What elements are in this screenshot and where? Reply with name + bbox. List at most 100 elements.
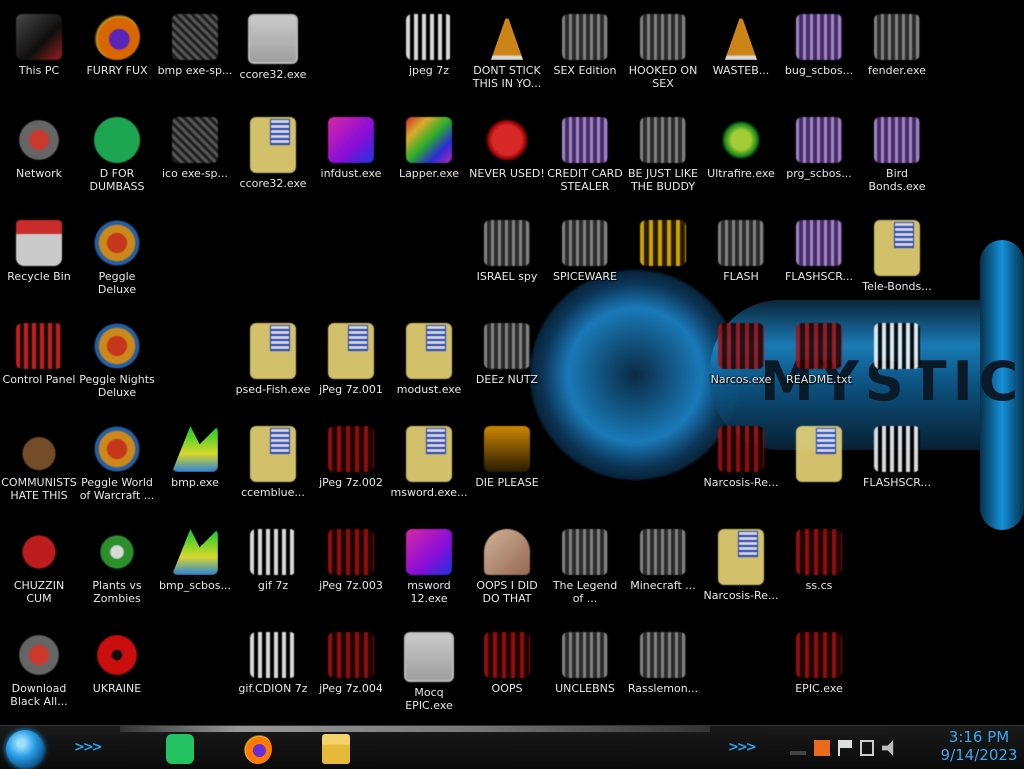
network-icon[interactable]	[860, 740, 874, 756]
chevron-right-icon: >>>	[728, 740, 757, 755]
desktop-icon[interactable]: D FOR DUMBASS	[78, 109, 156, 205]
desktop-icon-image	[718, 117, 764, 163]
desktop-icon-label: psed-Fish.exe	[235, 383, 311, 396]
desktop-icon[interactable]	[780, 418, 858, 514]
desktop-icon[interactable]: Download Black All...	[0, 624, 78, 720]
desktop-icon[interactable]: Ultrafire.exe	[702, 109, 780, 205]
desktop-icon[interactable]: Mocq EPIC.exe	[390, 624, 468, 720]
desktop-icon[interactable]: ico exe-sp...	[156, 109, 234, 205]
desktop-icon[interactable]	[624, 212, 702, 308]
desktop-icon[interactable]: gif 7z	[234, 521, 312, 617]
desktop-icon[interactable]: FLASHSCR...	[858, 418, 936, 514]
desktop-icon[interactable]: ss.cs	[780, 521, 858, 617]
desktop-icon[interactable]: Peggle Deluxe	[78, 212, 156, 308]
desktop-icon[interactable]: SPICEWARE	[546, 212, 624, 308]
desktop-icon[interactable]	[858, 315, 936, 411]
desktop-icon[interactable]: Plants vs Zombies	[78, 521, 156, 617]
desktop-icon[interactable]: FLASHSCR...	[780, 212, 858, 308]
volume-icon[interactable]	[882, 740, 894, 756]
desktop-icon[interactable]: Bird Bonds.exe	[858, 109, 936, 205]
desktop-icon[interactable]: OOPS	[468, 624, 546, 720]
desktop-icon[interactable]: DONT STICK THIS IN YO...	[468, 6, 546, 102]
desktop-icon[interactable]: jPeg 7z.002	[312, 418, 390, 514]
tray-expand-icon[interactable]	[790, 751, 806, 755]
desktop-icon[interactable]: Narcos.exe	[702, 315, 780, 411]
desktop-icon-image	[796, 426, 842, 482]
desktop-icon-image	[406, 14, 452, 60]
desktop-icon-label: Network	[16, 167, 62, 180]
desktop-icon[interactable]: jpeg 7z	[390, 6, 468, 102]
desktop-icon[interactable]: msword 12.exe	[390, 521, 468, 617]
desktop-icon[interactable]: COMMUNISTS HATE THIS G...	[0, 418, 78, 514]
desktop-icon[interactable]: Narcosis-Re...	[702, 418, 780, 514]
desktop-icon[interactable]: FURRY FUX	[78, 6, 156, 102]
desktop-icon-image	[796, 220, 842, 266]
desktop-icon-label: Plants vs Zombies	[92, 579, 142, 605]
desktop-icon[interactable]: ccemblue...	[234, 418, 312, 514]
desktop[interactable]: MYSTIC This PC FURRY FUX bmp exe-sp... ccor…	[0, 0, 1024, 725]
desktop-icon[interactable]: infdust.exe	[312, 109, 390, 205]
desktop-icon-image	[718, 529, 764, 585]
desktop-icon[interactable]: Minecraft ...	[624, 521, 702, 617]
desktop-icon[interactable]: Peggle World of Warcraft ...	[78, 418, 156, 514]
desktop-icon[interactable]: NEVER USED!	[468, 109, 546, 205]
desktop-icon-label: prg_scbos...	[786, 167, 852, 180]
desktop-icon-image	[484, 220, 530, 266]
desktop-icon[interactable]: README.txt	[780, 315, 858, 411]
desktop-icon[interactable]: jPeg 7z.004	[312, 624, 390, 720]
desktop-icon[interactable]: gif.CDION 7z	[234, 624, 312, 720]
desktop-icon-label: Recycle Bin	[7, 270, 71, 283]
desktop-icon[interactable]: ccore32.exe	[234, 109, 312, 205]
start-button[interactable]	[6, 730, 44, 768]
desktop-icon[interactable]: Rasslemon...	[624, 624, 702, 720]
desktop-icon[interactable]: This PC	[0, 6, 78, 102]
clock[interactable]: 3:16 PM 9/14/2023	[934, 728, 1024, 764]
desktop-icon[interactable]: UNCLEBNS	[546, 624, 624, 720]
taskbar-explorer-button[interactable]	[316, 732, 356, 766]
desktop-icon[interactable]: Narcosis-Re...	[702, 521, 780, 617]
flag-icon[interactable]	[838, 740, 852, 756]
desktop-icon[interactable]: Lapper.exe	[390, 109, 468, 205]
desktop-icon[interactable]: SEX Edition	[546, 6, 624, 102]
desktop-icon[interactable]: Network	[0, 109, 78, 205]
desktop-icon[interactable]: Control Panel	[0, 315, 78, 411]
desktop-icon-label: infdust.exe	[320, 167, 382, 180]
desktop-icon[interactable]: The Legend of ...	[546, 521, 624, 617]
desktop-icon-image	[172, 14, 218, 60]
desktop-icon[interactable]: EPIC.exe	[780, 624, 858, 720]
desktop-icon[interactable]: BE JUST LIKE THE BUDDY	[624, 109, 702, 205]
desktop-icon[interactable]: bmp exe-sp...	[156, 6, 234, 102]
desktop-icon[interactable]: UKRAINE	[78, 624, 156, 720]
tray-app-icon[interactable]	[814, 740, 830, 756]
desktop-icon[interactable]: fender.exe	[858, 6, 936, 102]
desktop-icon[interactable]: Tele-Bonds...	[858, 212, 936, 308]
desktop-icon[interactable]: HOOKED ON SEX	[624, 6, 702, 102]
desktop-icon-label: D FOR DUMBASS	[89, 167, 145, 193]
desktop-icon[interactable]: DEEz NUTZ	[468, 315, 546, 411]
desktop-icon[interactable]: jPeg 7z.001	[312, 315, 390, 411]
desktop-icon[interactable]: CHUZZIN CUM	[0, 521, 78, 617]
desktop-icon[interactable]: ccore32.exe	[234, 6, 312, 102]
taskbar-spotify-button[interactable]	[160, 732, 200, 766]
desktop-icon[interactable]: DIE PLEASE	[468, 418, 546, 514]
desktop-icon[interactable]: OOPS I DID DO THAT	[468, 521, 546, 617]
desktop-icon[interactable]: CREDIT CARD STEALER	[546, 109, 624, 205]
desktop-icon-image	[16, 117, 62, 163]
desktop-icon[interactable]: bug_scbos...	[780, 6, 858, 102]
taskbar-firefox-button[interactable]	[238, 732, 278, 766]
desktop-icon[interactable]: bmp_scbos...	[156, 521, 234, 617]
desktop-icon[interactable]: Recycle Bin	[0, 212, 78, 308]
desktop-icon[interactable]: jPeg 7z.003	[312, 521, 390, 617]
desktop-icon[interactable]: FLASH	[702, 212, 780, 308]
desktop-icon[interactable]: Peggle Nights Deluxe	[78, 315, 156, 411]
desktop-icon[interactable]: ISRAEL spy	[468, 212, 546, 308]
desktop-icon-image	[718, 323, 764, 369]
desktop-icon-label: ico exe-sp...	[161, 167, 229, 180]
desktop-icon[interactable]: modust.exe	[390, 315, 468, 411]
desktop-icon-label: bmp exe-sp...	[157, 64, 233, 77]
desktop-icon[interactable]: msword.exe...	[390, 418, 468, 514]
desktop-icon[interactable]: WASTEB...	[702, 6, 780, 102]
desktop-icon[interactable]: prg_scbos...	[780, 109, 858, 205]
desktop-icon[interactable]: bmp.exe	[156, 418, 234, 514]
desktop-icon[interactable]: psed-Fish.exe	[234, 315, 312, 411]
